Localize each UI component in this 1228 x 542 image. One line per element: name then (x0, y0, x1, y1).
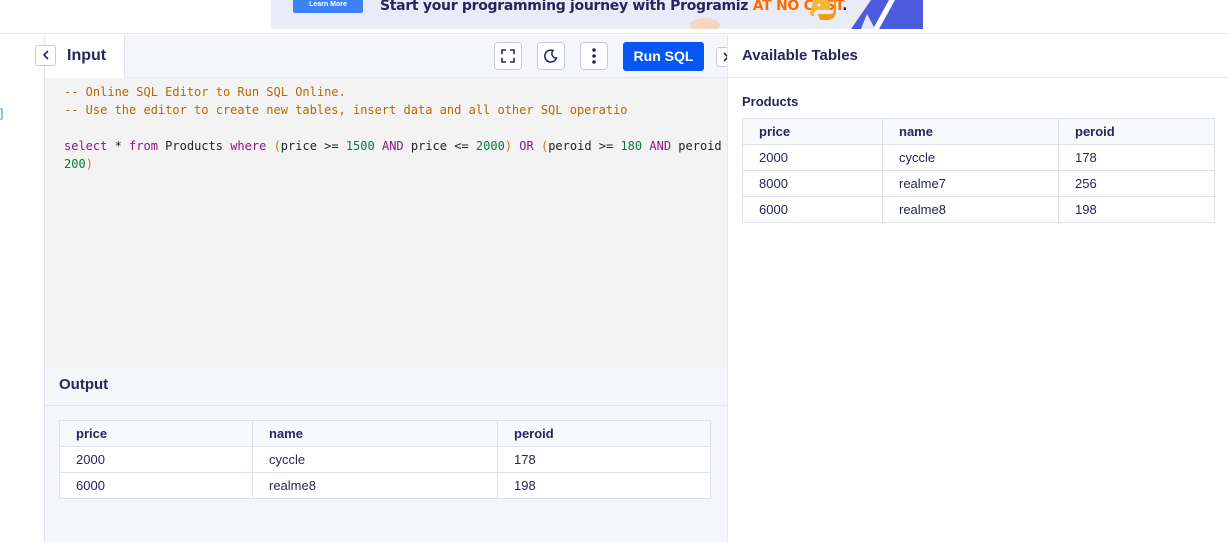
table-row: 2000 cyccle 178 (59, 446, 711, 473)
promo-text-main: Start your programming journey with Prog… (380, 0, 753, 14)
table-cell: 6000 (742, 196, 883, 223)
table-cell: 198 (1058, 196, 1215, 223)
table-cell: 2000 (59, 446, 253, 473)
code-line: -- Use the editor to create new tables, … (64, 103, 628, 117)
code-line-query-continued: 200) (64, 157, 93, 171)
output-label: Output (59, 376, 109, 393)
available-tables-header: Available Tables (728, 35, 1228, 78)
promo-banner: Learn More Start your programming journe… (0, 0, 1228, 34)
theme-toggle-button[interactable] (537, 42, 565, 70)
run-sql-button[interactable]: Run SQL (623, 42, 704, 71)
available-tables-title: Available Tables (742, 47, 858, 64)
tab-input[interactable]: Input (45, 35, 125, 78)
code-line-query: select * from Products where (price >= 1… (64, 139, 722, 153)
chevron-left-icon (42, 50, 49, 60)
more-vertical-icon (592, 48, 596, 64)
left-gutter: ] (0, 35, 45, 542)
moon-icon (544, 49, 558, 63)
output-panel: Output price name peroid 2000 cyccle 178… (45, 367, 727, 542)
code-line: -- Online SQL Editor to Run SQL Online. (64, 85, 346, 99)
table-cell: realme7 (882, 170, 1059, 197)
table-cell: 198 (497, 472, 711, 499)
input-label: Input (67, 47, 107, 64)
input-panel: Input Run SQL -- Online SQL Editor to Ru… (35, 35, 736, 367)
fullscreen-icon (501, 49, 515, 63)
table-row: 6000 realme8 198 (742, 196, 1215, 223)
table-row: 2000 cyccle 178 (742, 144, 1215, 171)
column-header: name (252, 420, 498, 447)
table-cell: 178 (497, 446, 711, 473)
gutter-bracket: ] (0, 106, 4, 120)
table-cell: 256 (1058, 170, 1215, 197)
output-header: Output (45, 367, 727, 406)
sql-editor[interactable]: -- Online SQL Editor to Run SQL Online. -… (64, 83, 724, 173)
table-header-row: price name peroid (59, 420, 711, 447)
products-table: price name peroid 2000 cyccle 178 8000 r… (742, 118, 1215, 223)
more-options-button[interactable] (580, 42, 608, 70)
column-header: peroid (1058, 118, 1215, 145)
table-cell: 8000 (742, 170, 883, 197)
input-toolbar: Input Run SQL (35, 35, 736, 78)
decorative-shape (690, 18, 720, 29)
learn-more-button[interactable]: Learn More (293, 0, 363, 13)
collapse-left-button[interactable] (35, 45, 56, 66)
column-header: name (882, 118, 1059, 145)
fullscreen-button[interactable] (494, 42, 522, 70)
column-header: price (59, 420, 253, 447)
table-row: 6000 realme8 198 (59, 472, 711, 499)
column-header: peroid (497, 420, 711, 447)
table-cell: 6000 (59, 472, 253, 499)
table-header-row: price name peroid (742, 118, 1215, 145)
promo-text: Start your programming journey with Prog… (380, 0, 847, 14)
table-cell: 2000 (742, 144, 883, 171)
table-cell: cyccle (252, 446, 498, 473)
code-line: ​ (64, 119, 724, 137)
illustration (851, 0, 923, 29)
promo-banner-content[interactable]: Learn More Start your programming journe… (271, 0, 923, 29)
available-tables-panel: Available Tables Products price name per… (727, 35, 1228, 542)
table-cell: cyccle (882, 144, 1059, 171)
table-row: 8000 realme7 256 (742, 170, 1215, 197)
table-cell: 178 (1058, 144, 1215, 171)
column-header: price (742, 118, 883, 145)
table-name: Products (742, 94, 799, 109)
table-cell: realme8 (252, 472, 498, 499)
output-table: price name peroid 2000 cyccle 178 6000 r… (59, 420, 711, 499)
table-cell: realme8 (882, 196, 1059, 223)
